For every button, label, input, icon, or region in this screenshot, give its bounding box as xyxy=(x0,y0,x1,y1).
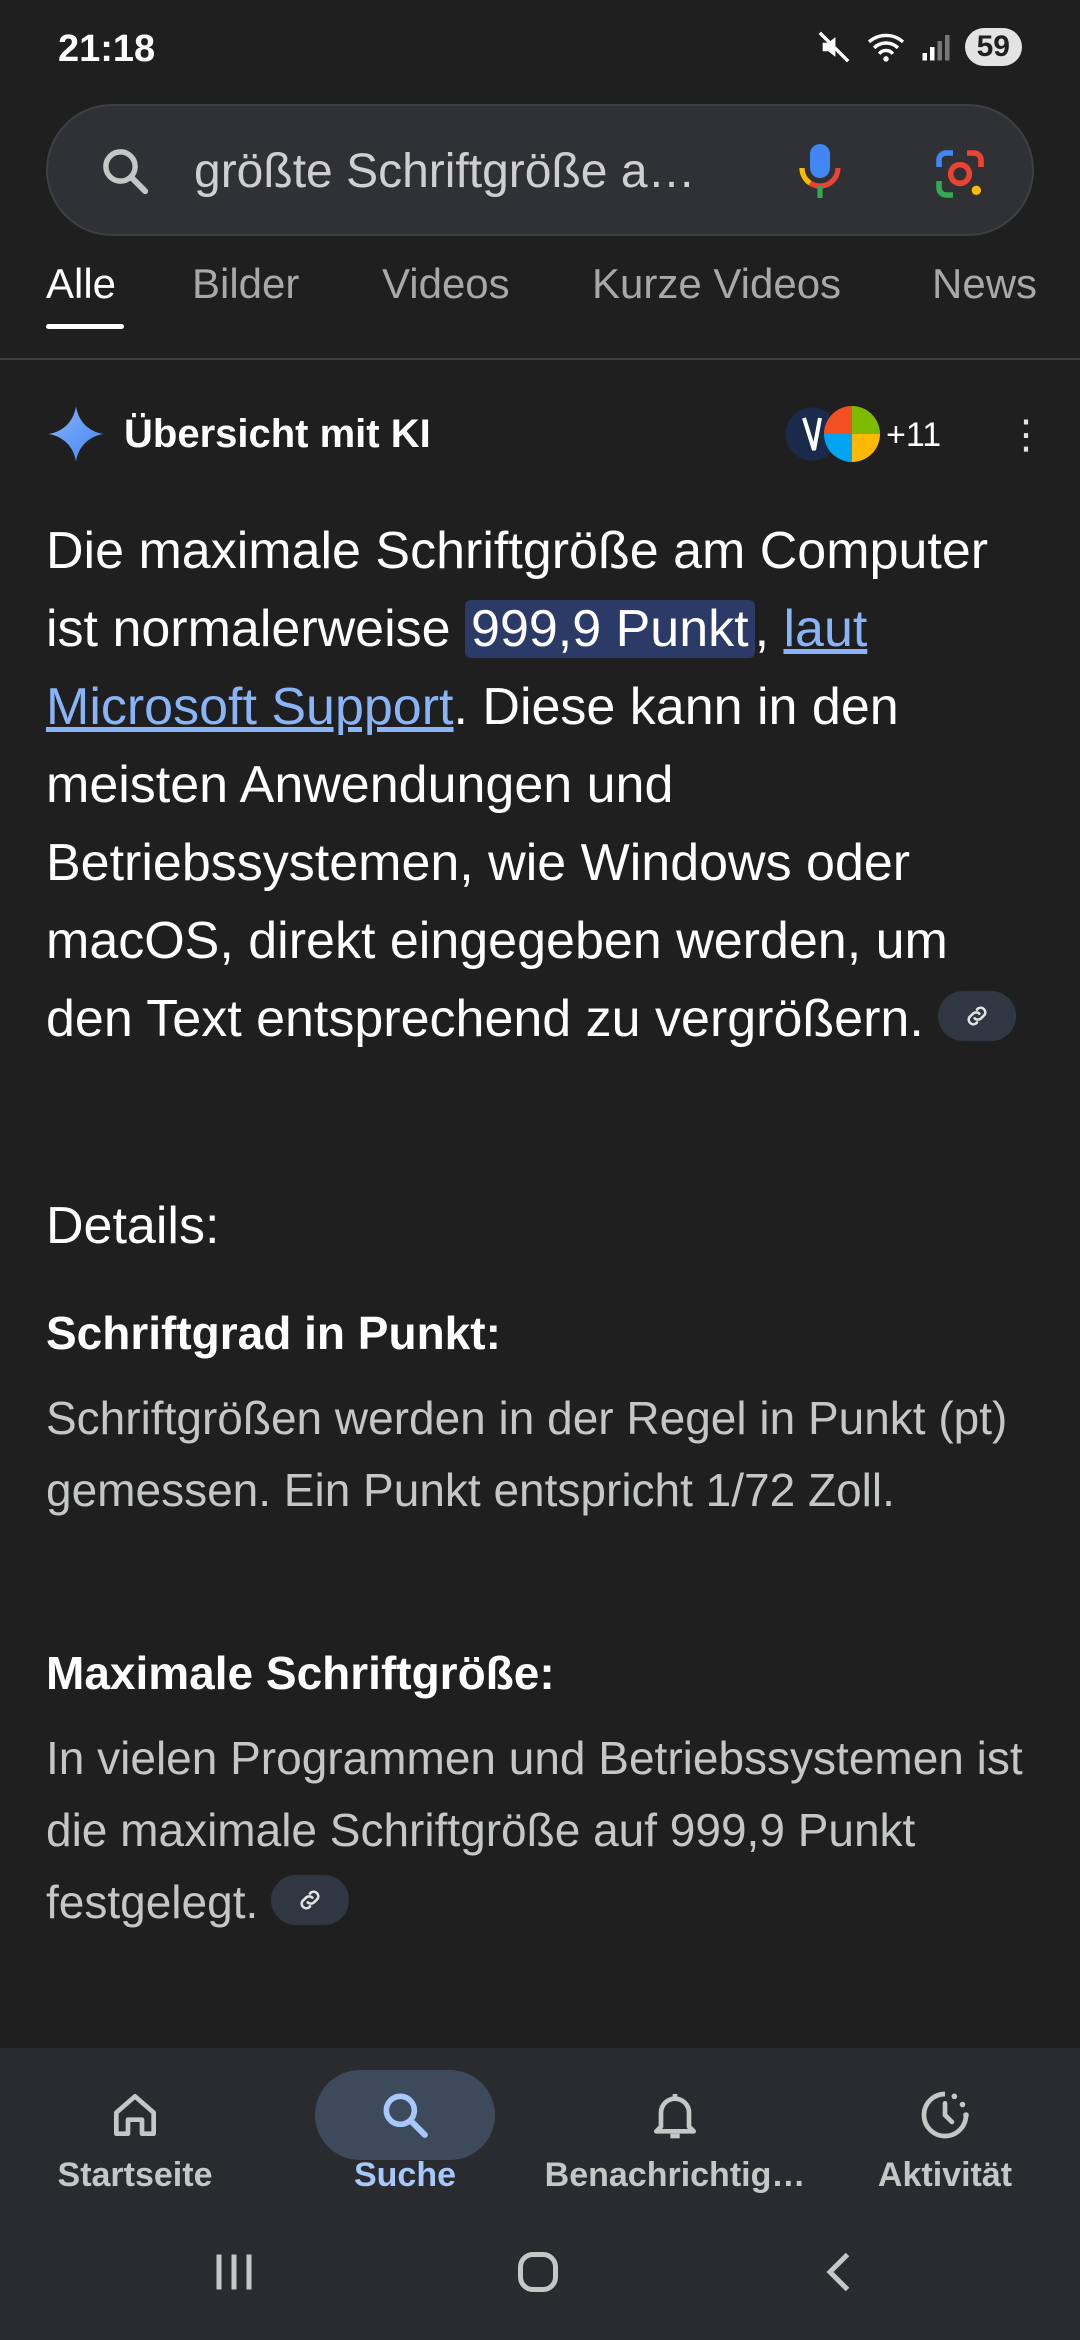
search-bar[interactable]: größte Schriftgröße a… xyxy=(46,104,1034,236)
google-lens-icon[interactable] xyxy=(932,146,988,202)
bell-icon-wrap xyxy=(585,2070,765,2160)
tab-videos[interactable]: Videos xyxy=(382,260,510,308)
bell-icon xyxy=(654,2094,696,2139)
mute-icon xyxy=(818,31,849,63)
tab-bilder[interactable]: Bilder xyxy=(192,260,299,308)
search-icon xyxy=(383,2093,428,2138)
activity-icon xyxy=(921,2091,969,2139)
ai-overview-title: Übersicht mit KI xyxy=(124,412,431,456)
wifi-icon xyxy=(867,33,904,62)
activity-icon-wrap xyxy=(855,2070,1035,2160)
nav-benachrichtigungen[interactable]: Benachrichtig… xyxy=(540,2048,810,2238)
home-icon-wrap xyxy=(45,2070,225,2160)
nav-label-suche: Suche xyxy=(353,2156,457,2194)
clock: 21:18 xyxy=(58,28,156,70)
citation-link-button[interactable] xyxy=(938,991,1017,1042)
home-icon xyxy=(114,2094,157,2136)
home-button-icon[interactable] xyxy=(508,2242,568,2302)
section-text-schriftgrad: Schriftgrößen werden in der Regel in Pun… xyxy=(46,1392,1008,1516)
tab-kurze-videos[interactable]: Kurze Videos xyxy=(592,260,841,308)
search-icon xyxy=(103,149,149,195)
citation-link-button[interactable] xyxy=(271,1874,350,1925)
status-icons: 59 xyxy=(817,28,1022,66)
back-icon[interactable] xyxy=(810,2242,870,2302)
answer-comma: , xyxy=(754,600,784,658)
signal-icon xyxy=(922,35,950,61)
link-icon xyxy=(967,1006,987,1026)
nav-label-benachrichtigungen: Benachrichtig… xyxy=(544,2156,806,2194)
recent-apps-icon[interactable] xyxy=(204,2242,264,2302)
section-text-maximale-label: In vielen Programmen und Betriebssysteme… xyxy=(46,1732,1023,1928)
section-heading-maximale-label: Maximale Schriftgröße: xyxy=(46,1647,555,1699)
nav-startseite[interactable]: Startseite xyxy=(0,2048,270,2238)
section-heading-schriftgrad: Schriftgrad in Punkt: xyxy=(46,1307,501,1359)
active-nav-pill xyxy=(315,2070,495,2160)
tab-news[interactable]: News xyxy=(932,260,1037,308)
search-input[interactable]: größte Schriftgröße a… xyxy=(194,144,794,199)
answer-highlight: 999,9 Punkt xyxy=(465,600,755,658)
ai-overview-header: Übersicht mit KI +11 ⋮ xyxy=(46,404,1046,464)
sparkle-icon xyxy=(48,406,104,462)
active-tab-indicator xyxy=(46,324,124,329)
nav-suche[interactable]: Suche xyxy=(270,2048,540,2238)
section-heading-maximale: Maximale Schriftgröße: xyxy=(46,1646,555,1700)
nav-label-startseite: Startseite xyxy=(57,2156,213,2194)
battery-indicator: 59 xyxy=(964,28,1022,66)
details-heading: Details: xyxy=(46,1197,220,1255)
tab-alle[interactable]: Alle xyxy=(46,260,116,308)
search-tabs: Alle Bilder Videos Kurze Videos News xyxy=(0,248,1080,360)
status-bar: 21:18 59 xyxy=(0,0,1080,100)
link-icon xyxy=(300,1890,320,1910)
more-options-icon[interactable]: ⋮ xyxy=(1006,412,1046,458)
section-text-maximale: In vielen Programmen und Betriebssysteme… xyxy=(46,1722,1046,1938)
ai-answer: Die maximale Schriftgröße am Computer is… xyxy=(46,512,1036,1058)
nav-aktivitaet[interactable]: Aktivität xyxy=(810,2048,1080,2238)
more-sources-count[interactable]: +11 xyxy=(886,416,941,455)
system-navigation xyxy=(0,2220,1080,2330)
nav-label-aktivitaet: Aktivität xyxy=(877,2156,1013,2194)
microphone-icon[interactable] xyxy=(796,140,844,204)
